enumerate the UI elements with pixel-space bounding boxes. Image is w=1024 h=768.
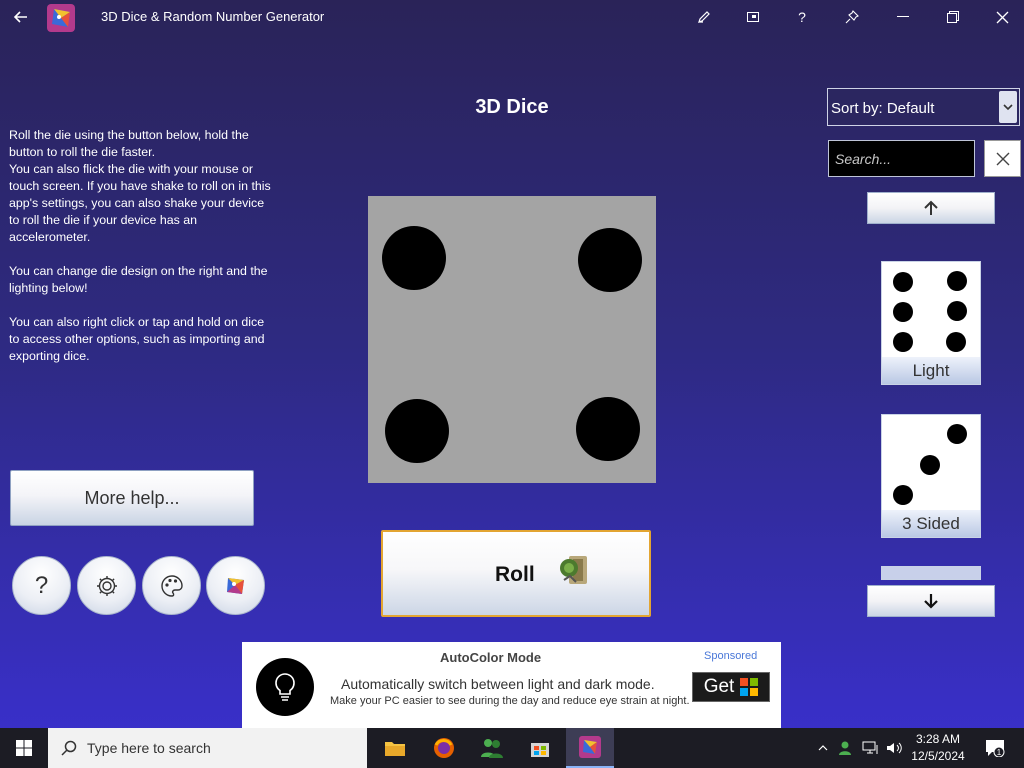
window-title: 3D Dice & Random Number Generator xyxy=(101,9,325,24)
start-button[interactable] xyxy=(0,728,48,768)
ad-get-button[interactable]: Get xyxy=(692,672,770,702)
card-pip xyxy=(947,271,967,291)
file-explorer-icon[interactable] xyxy=(371,728,419,768)
settings-button[interactable] xyxy=(77,556,136,615)
clock-date: 12/5/2024 xyxy=(911,749,965,763)
die-view[interactable] xyxy=(368,196,656,483)
taskbar-clock[interactable]: 3:28 AM 12/5/2024 xyxy=(907,731,969,765)
scroll-up-button[interactable] xyxy=(867,192,995,224)
gear-icon xyxy=(96,575,117,596)
close-icon[interactable] xyxy=(980,0,1024,34)
clear-search-button[interactable] xyxy=(984,140,1021,177)
die-card-label: Light xyxy=(882,357,980,384)
dice-app-taskbar-icon[interactable] xyxy=(566,728,614,768)
clock-time: 3:28 AM xyxy=(915,732,961,746)
chevron-down-icon xyxy=(999,91,1017,123)
help-icon[interactable]: ? xyxy=(789,0,815,34)
pen-icon[interactable] xyxy=(690,0,718,34)
restore-icon[interactable] xyxy=(930,0,976,34)
sort-dropdown[interactable]: Sort by: Default xyxy=(827,88,1020,126)
roll-label: Roll xyxy=(495,563,535,586)
card-pip xyxy=(946,332,966,352)
die-pip xyxy=(578,228,642,292)
taskbar-search[interactable]: Type here to search xyxy=(48,728,367,768)
card-pip xyxy=(893,332,913,352)
pin-icon[interactable] xyxy=(838,0,866,34)
minimize-icon[interactable] xyxy=(880,0,926,34)
card-pip xyxy=(947,424,967,444)
ad-badge: Sponsored xyxy=(704,650,758,662)
palette-icon xyxy=(160,574,183,597)
question-icon: ? xyxy=(34,571,49,599)
chevron-up-icon[interactable] xyxy=(814,728,832,768)
card-pip xyxy=(920,455,940,475)
app-logo-button[interactable] xyxy=(206,556,265,615)
lightbulb-icon xyxy=(256,658,314,716)
page-title: 3D Dice xyxy=(475,96,549,118)
dice-throw-icon xyxy=(560,556,587,584)
people-app-icon[interactable] xyxy=(468,728,516,768)
sort-label: Sort by: Default xyxy=(831,100,935,117)
user-status-icon[interactable] xyxy=(836,728,856,768)
card-pip xyxy=(893,485,913,505)
arrow-down-icon xyxy=(924,594,938,609)
ad-banner[interactable]: AutoColor Mode Sponsored Automatically s… xyxy=(242,642,781,728)
network-icon[interactable] xyxy=(860,728,882,768)
taskbar: Type here to search 3:28 AM 12/5/2024 1 xyxy=(0,728,1024,768)
app-logo-icon xyxy=(46,3,76,33)
firefox-icon[interactable] xyxy=(420,728,468,768)
close-icon xyxy=(996,152,1009,165)
help-circle-button[interactable]: ? xyxy=(12,556,71,615)
title-bar: 3D Dice & Random Number Generator ? xyxy=(0,0,1024,34)
compact-overlay-icon[interactable] xyxy=(739,0,767,34)
card-pip xyxy=(947,301,967,321)
ad-description: Automatically switch between light and d… xyxy=(341,676,655,692)
search-input[interactable] xyxy=(828,140,975,177)
microsoft-store-taskbar-icon[interactable] xyxy=(516,728,564,768)
help-text: Roll the die using the button below, hol… xyxy=(9,127,271,382)
taskbar-search-placeholder: Type here to search xyxy=(87,740,211,756)
scroll-down-button[interactable] xyxy=(867,585,995,617)
ad-title: AutoColor Mode xyxy=(440,650,542,665)
back-arrow-icon[interactable] xyxy=(6,0,36,34)
die-pip xyxy=(385,399,449,463)
card-pip xyxy=(893,302,913,322)
roll-button[interactable]: Roll xyxy=(381,530,651,617)
die-card-light[interactable]: Light xyxy=(881,261,981,385)
notification-center-icon[interactable]: 1 xyxy=(980,728,1010,768)
more-help-button[interactable]: More help... xyxy=(10,470,254,526)
help-paragraph: You can also right click or tap and hold… xyxy=(9,315,265,363)
palette-button[interactable] xyxy=(142,556,201,615)
die-pip xyxy=(382,226,446,290)
volume-icon[interactable] xyxy=(884,728,904,768)
help-paragraph: Roll the die using the button below, hol… xyxy=(9,128,271,244)
die-card-partial[interactable] xyxy=(881,566,981,580)
card-pip xyxy=(893,272,913,292)
ad-get-label: Get xyxy=(703,676,735,697)
ad-subtext: Make your PC easier to see during the da… xyxy=(330,695,690,707)
die-card-label: 3 Sided xyxy=(882,510,980,537)
search-icon xyxy=(61,740,77,756)
microsoft-store-icon xyxy=(740,678,759,696)
arrow-up-icon xyxy=(924,200,938,215)
windows-logo-icon xyxy=(16,740,32,756)
help-paragraph: You can change die design on the right a… xyxy=(9,264,268,295)
dice-logo-icon xyxy=(226,577,244,594)
notification-count: 1 xyxy=(997,748,1002,757)
die-pip xyxy=(576,397,640,461)
die-card-3-sided[interactable]: 3 Sided xyxy=(881,414,981,538)
